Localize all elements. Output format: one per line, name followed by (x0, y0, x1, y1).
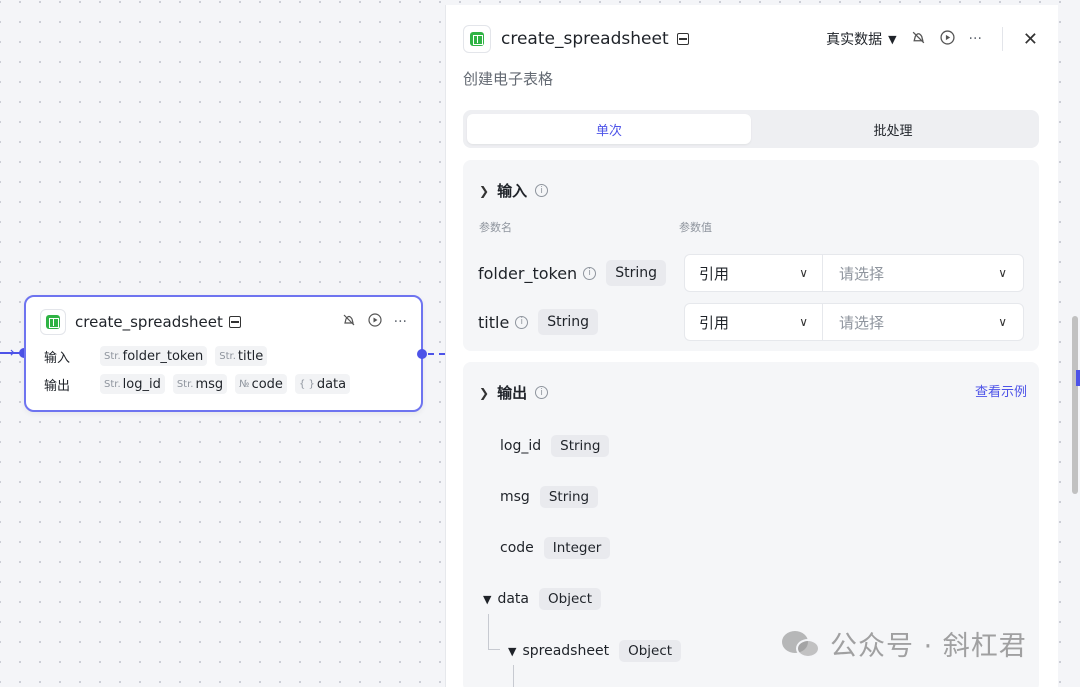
chevron-down-icon: ∨ (998, 266, 1007, 280)
output-field: log_id String (500, 432, 610, 460)
node-input-label: 输入 (44, 350, 71, 366)
output-field-name: code (500, 540, 534, 556)
spreadsheet-app-icon (463, 25, 491, 53)
caret-down-icon[interactable]: ▼ (508, 645, 516, 658)
watermark: 公众号 · 斜杠君 (782, 624, 1027, 663)
chevron-down-icon: ❯ (479, 385, 490, 400)
value-select[interactable]: 请选择 ∨ (823, 255, 1023, 291)
param-value-header: 参数值 (679, 221, 712, 234)
output-field[interactable]: ▼ data Object (483, 585, 601, 613)
plugin-tag-icon (228, 316, 241, 328)
node-output-chip: { } data (294, 374, 351, 394)
bell-off-icon[interactable] (342, 313, 356, 331)
output-field-name: msg (500, 489, 530, 505)
param-type-badge: String (538, 309, 599, 335)
node-title: create_spreadsheet (75, 313, 223, 331)
param-name: title (478, 312, 510, 332)
run-icon[interactable] (368, 313, 382, 331)
source-select[interactable]: 引用 ∨ (685, 255, 823, 291)
bell-off-icon[interactable] (911, 30, 926, 49)
plugin-tag-icon (676, 33, 689, 45)
node-input-chip: Str. title (215, 346, 268, 366)
spreadsheet-app-icon (40, 309, 66, 335)
caret-down-icon[interactable]: ▼ (483, 593, 491, 606)
view-example-link[interactable]: 查看示例 (975, 381, 1027, 400)
output-section-header[interactable]: ❯ 输出 i (479, 382, 549, 403)
wechat-icon (782, 629, 822, 659)
node-output-chip: Str. log_id (100, 374, 165, 394)
output-field: msg String (500, 483, 599, 511)
node-input-chip: Str. folder_token (100, 346, 208, 366)
watermark-text: 公众号 · 斜杠君 (830, 631, 1027, 662)
output-type-badge: Object (539, 588, 601, 610)
info-icon[interactable]: i (515, 315, 529, 329)
value-select[interactable]: 请选择 ∨ (823, 304, 1023, 340)
chevron-down-icon: ❯ (479, 183, 490, 198)
run-icon[interactable] (939, 29, 955, 49)
chevron-down-icon: ∨ (799, 266, 808, 280)
info-icon[interactable]: i (535, 386, 549, 399)
output-port[interactable] (417, 349, 427, 359)
param-row: folder_token i String (478, 255, 666, 291)
node-config-panel: create_spreadsheet 真实数据 ▼ ··· ✕ 创建电子表格 单次… (445, 5, 1058, 687)
param-value-selector: 引用 ∨ 请选择 ∨ (684, 254, 1024, 292)
output-type-badge: Object (619, 640, 682, 662)
chevron-down-icon: ∨ (799, 315, 808, 329)
tab-batch[interactable]: 批处理 (751, 114, 1035, 144)
node-output-chip: № code (235, 374, 287, 394)
more-icon[interactable]: ··· (394, 314, 407, 330)
more-icon[interactable]: ··· (969, 31, 982, 47)
workflow-canvas[interactable]: → create_spreadsheet ··· 输入 Str. folder_t… (0, 0, 445, 687)
node-output-label: 输出 (44, 378, 71, 394)
param-value-selector: 引用 ∨ 请选择 ∨ (684, 303, 1024, 341)
input-section: ❯ 输入 i 参数名 参数值 folder_token i String 引用 ∨… (463, 160, 1039, 351)
output-field-name: log_id (500, 438, 542, 454)
output-field-name: spreadsheet (522, 643, 610, 659)
panel-description: 创建电子表格 (463, 70, 554, 88)
output-type-badge: String (551, 435, 610, 457)
input-section-header[interactable]: ❯ 输入 i (479, 180, 549, 201)
spreadsheet-node[interactable]: create_spreadsheet ··· 输入 Str. folder_tok… (24, 295, 423, 412)
tree-connector (488, 614, 489, 649)
output-field[interactable]: ▼ spreadsheet Object (508, 637, 682, 665)
close-icon[interactable]: ✕ (1023, 29, 1038, 50)
param-name-header: 参数名 (479, 221, 512, 234)
output-type-badge: String (539, 486, 599, 508)
info-icon[interactable]: i (583, 266, 597, 280)
tab-single[interactable]: 单次 (467, 114, 751, 144)
output-field-name: data (497, 591, 530, 607)
data-mode-dropdown[interactable]: 真实数据 ▼ (826, 29, 896, 49)
tree-connector (513, 665, 514, 687)
caret-down-icon: ▼ (888, 32, 897, 46)
chevron-down-icon: ∨ (998, 315, 1007, 329)
scrollbar-thumb[interactable] (1072, 316, 1078, 494)
param-row: title i String (478, 304, 599, 340)
source-select[interactable]: 引用 ∨ (685, 304, 823, 340)
header-divider (1001, 27, 1003, 51)
tree-connector (488, 649, 500, 650)
outgoing-edge (428, 353, 445, 355)
output-field: code Integer (500, 534, 611, 562)
param-name: folder_token (478, 263, 578, 283)
node-output-chip: Str. msg (172, 374, 228, 394)
edge-arrow-icon: → (3, 345, 15, 361)
output-type-badge: Integer (543, 537, 611, 559)
side-indicator (1076, 370, 1080, 386)
info-icon[interactable]: i (535, 184, 549, 197)
run-mode-tabs: 单次 批处理 (463, 110, 1039, 148)
param-type-badge: String (606, 260, 666, 286)
panel-title: create_spreadsheet (501, 29, 669, 49)
